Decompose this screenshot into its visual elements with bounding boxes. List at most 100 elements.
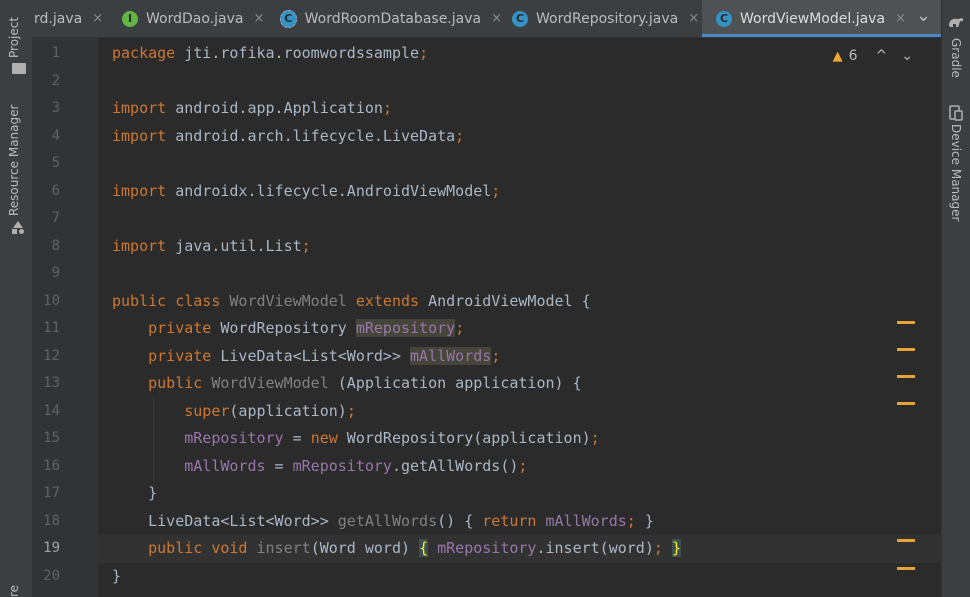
warning-stripe-mark[interactable] <box>897 321 915 324</box>
code-text: AndroidViewModel { <box>419 291 591 310</box>
warning-stripe-mark[interactable] <box>897 539 915 542</box>
keyword: import <box>112 126 167 145</box>
constructor-name: WordViewModel <box>202 374 329 392</box>
warning-count: 6 <box>848 48 858 64</box>
folder-icon <box>12 63 26 74</box>
code-line-14: super(application); <box>112 398 957 426</box>
resource-manager-tool-button[interactable]: Resource Manager <box>7 105 21 216</box>
code-line-3: import android.app.Application; <box>112 95 957 123</box>
keyword: return <box>482 511 537 530</box>
bottom-tool-button[interactable]: re <box>7 585 21 597</box>
code-line-8: import java.util.List; <box>112 233 957 261</box>
keyword: super <box>184 401 230 420</box>
keyword: new <box>310 429 338 447</box>
line-number: 9 <box>51 265 60 281</box>
warning-stripe-mark[interactable] <box>897 375 915 378</box>
code-text: (application) <box>229 401 347 420</box>
matched-brace: } <box>671 539 681 557</box>
operator: = <box>283 429 311 447</box>
keyword: private <box>148 319 212 337</box>
code-line-20: } <box>112 563 957 591</box>
bottom-tool-label: re <box>7 584 21 597</box>
device-manager-icon <box>949 105 963 121</box>
tab-word-java[interactable]: rd.java × <box>32 0 116 37</box>
keyword: import <box>112 236 167 255</box>
code-text: .getAllWords() <box>391 456 519 475</box>
code-line-10: public class WordViewModel extends Andro… <box>112 288 957 316</box>
type-name: LiveData<List<Word>> <box>148 511 338 530</box>
resource-manager-label: Resource Manager <box>7 104 21 216</box>
tab-worddao[interactable]: I WordDao.java × <box>122 0 282 37</box>
line-number: 4 <box>51 127 60 144</box>
warning-stripe-mark[interactable] <box>897 402 915 405</box>
tab-wordviewmodel[interactable]: C WordViewModel.java × <box>702 0 942 37</box>
left-tool-window-bar: Project Resource Manager re <box>0 0 33 597</box>
type-name: WordRepository <box>211 319 356 337</box>
semicolon: ; <box>590 429 600 447</box>
project-label: Project <box>7 16 21 58</box>
warning-stripe-mark[interactable] <box>897 567 915 570</box>
code-text: (Word word) <box>310 539 420 557</box>
tab-label: rd.java <box>34 10 83 27</box>
keyword: extends <box>346 291 420 310</box>
tab-label: WordViewModel.java <box>740 10 886 27</box>
line-number: 1 <box>51 45 60 61</box>
code-text: androidx.lifecycle.AndroidViewModel <box>166 181 492 200</box>
line-number: 5 <box>51 155 60 171</box>
close-icon[interactable]: × <box>491 11 502 26</box>
line-number: 10 <box>43 292 60 309</box>
editor-tab-bar: rd.java × I WordDao.java × C WordRoomDat… <box>32 0 942 38</box>
matched-brace: { <box>419 539 429 557</box>
resource-manager-icon <box>12 221 24 234</box>
gradle-tool-button[interactable]: Gradle <box>949 38 963 78</box>
keyword: private <box>148 346 212 365</box>
semicolon: ; <box>626 511 636 530</box>
code-line-17: } <box>112 480 957 508</box>
warning-stripe-mark[interactable] <box>897 348 915 351</box>
code-text: (Application application) { <box>328 374 582 392</box>
operator: = <box>265 456 293 475</box>
project-tool-button[interactable]: Project <box>7 17 21 58</box>
line-number: 3 <box>51 100 60 116</box>
field-name: mRepository <box>355 319 456 337</box>
semicolon: ; <box>301 236 311 255</box>
semicolon: ; <box>382 99 392 117</box>
inspection-widget[interactable]: ▲ 6 ^ ⌄ <box>833 48 913 64</box>
code-text: android.app.Application <box>166 99 383 117</box>
close-icon[interactable]: × <box>253 11 264 26</box>
line-number-gutter: 1 2 3 4 5 6 7 8 9 10 11 12 13 14 15 16 1… <box>32 38 110 597</box>
keyword: public void <box>148 539 248 557</box>
device-manager-tool-button[interactable]: Device Manager <box>949 124 963 221</box>
code-text: } <box>635 511 654 530</box>
close-icon[interactable]: × <box>688 11 699 26</box>
next-highlight-icon[interactable]: ⌄ <box>901 48 913 64</box>
right-tool-window-bar: Gradle Device Manager <box>941 0 970 597</box>
line-number: 12 <box>43 347 60 364</box>
code-text: jti.rofika.roomwordssample <box>175 44 420 62</box>
field-name: mAllWords <box>410 346 492 365</box>
field-name: mRepository <box>184 429 284 447</box>
code-text: } <box>148 484 158 502</box>
code-line-16: mAllWords = mRepository.getAllWords(); <box>112 453 957 481</box>
tab-wordroomdatabase[interactable]: C WordRoomDatabase.java × <box>280 0 502 37</box>
tab-wordrepository[interactable]: C WordRepository.java × <box>512 0 708 37</box>
code-line-4: import android.arch.lifecycle.LiveData; <box>112 123 957 151</box>
abstract-class-icon: C <box>280 9 297 28</box>
type-name: LiveData<List<Word>> <box>211 346 411 365</box>
previous-highlight-icon[interactable]: ^ <box>876 48 888 64</box>
code-editor[interactable]: package jti.rofika.roomwordssample; impo… <box>98 38 943 597</box>
close-icon[interactable]: × <box>895 11 906 26</box>
current-line-number: 19 <box>43 540 60 556</box>
tab-overflow-chevron-icon[interactable]: ⌄ <box>916 5 931 26</box>
semicolon: ; <box>455 319 465 337</box>
line-number: 2 <box>51 72 60 89</box>
close-icon[interactable]: × <box>92 11 103 26</box>
line-number: 18 <box>43 512 60 529</box>
